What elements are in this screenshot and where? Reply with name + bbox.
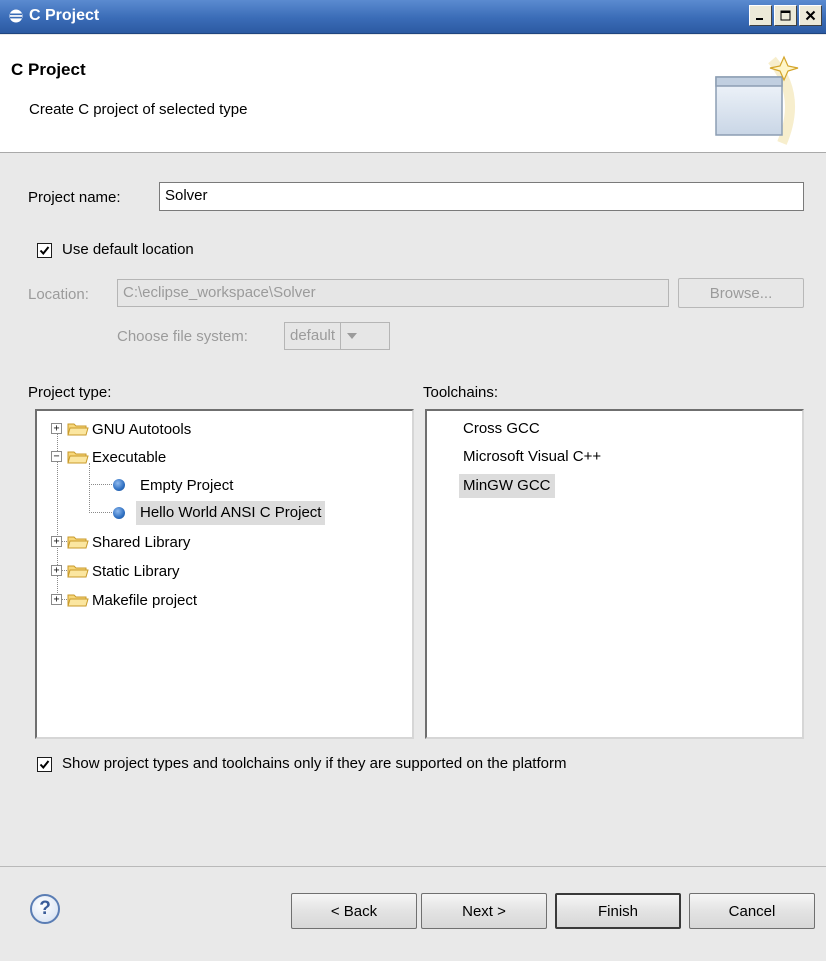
location-input[interactable]: C:\eclipse_workspace\Solver xyxy=(117,279,669,307)
header-banner: C Project Create C project of selected t… xyxy=(0,35,826,153)
file-system-select[interactable]: default xyxy=(284,322,390,350)
maximize-button[interactable] xyxy=(774,5,797,26)
tree-item-label: Makefile project xyxy=(92,591,198,609)
help-icon[interactable]: ? xyxy=(30,894,60,924)
folder-icon xyxy=(67,536,89,549)
folder-icon xyxy=(67,423,89,436)
tree-item-shared-library[interactable]: + Shared Library xyxy=(37,529,412,555)
eclipse-icon xyxy=(9,9,23,23)
tree-item-gnu-autotools[interactable]: + GNU Autotools xyxy=(37,416,412,442)
use-default-location-label: Use default location xyxy=(62,241,194,258)
expand-toggle[interactable]: + xyxy=(51,594,62,605)
checkbox-check-icon xyxy=(39,760,50,770)
show-supported-checkbox[interactable] xyxy=(37,757,52,772)
title-bar[interactable]: C Project xyxy=(0,0,826,34)
next-button[interactable]: Next > xyxy=(421,893,547,929)
checkbox-check-icon xyxy=(39,246,50,256)
footer-divider xyxy=(0,866,826,867)
project-type-label: Project type: xyxy=(28,384,112,401)
tree-item-label: Static Library xyxy=(92,562,180,580)
toolchains-label: Toolchains: xyxy=(423,384,499,401)
browse-button-label: Browse... xyxy=(709,284,773,302)
window-title: C Project xyxy=(29,7,100,24)
page-title: C Project xyxy=(11,60,86,79)
toolchains-list[interactable]: Cross GCC Microsoft Visual C++ MinGW GCC xyxy=(425,409,804,739)
tree-item-label: GNU Autotools xyxy=(92,420,192,438)
use-default-location-checkbox[interactable] xyxy=(37,243,52,258)
tree-item-hello-world-ansi-c-project[interactable]: Hello World ANSI C Project xyxy=(37,500,412,526)
close-button[interactable] xyxy=(799,5,822,26)
show-supported-label: Show project types and toolchains only i… xyxy=(62,755,567,772)
project-type-tree[interactable]: + GNU Autotools − Executable Empty Proje… xyxy=(35,409,414,739)
tree-item-label: Executable xyxy=(92,448,167,466)
minimize-icon xyxy=(756,18,763,20)
collapse-toggle[interactable]: − xyxy=(51,451,62,462)
wizard-banner-icon xyxy=(715,55,799,145)
expand-toggle[interactable]: + xyxy=(51,423,62,434)
folder-icon xyxy=(67,594,89,607)
toolchain-item-mingw-gcc[interactable]: MinGW GCC xyxy=(459,474,555,498)
location-label: Location: xyxy=(28,286,89,303)
finish-button-label: Finish xyxy=(597,902,638,920)
back-button[interactable]: < Back xyxy=(291,893,417,929)
page-description: Create C project of selected type xyxy=(29,101,248,118)
toolchain-item-cross-gcc[interactable]: Cross GCC xyxy=(463,420,540,437)
tree-item-executable[interactable]: − Executable xyxy=(37,444,412,470)
file-system-value: default xyxy=(290,327,336,344)
back-button-label: < Back xyxy=(330,902,378,920)
browse-button[interactable]: Browse... xyxy=(678,278,804,308)
tree-item-static-library[interactable]: + Static Library xyxy=(37,558,412,584)
cancel-button-label: Cancel xyxy=(728,902,776,920)
next-button-label: Next > xyxy=(462,902,506,920)
dropdown-arrow-icon xyxy=(340,323,362,349)
folder-icon xyxy=(67,565,89,578)
folder-icon xyxy=(67,451,89,464)
tree-item-makefile-project[interactable]: + Makefile project xyxy=(37,587,412,613)
tree-item-label: Shared Library xyxy=(92,533,191,551)
cancel-button[interactable]: Cancel xyxy=(689,893,815,929)
file-system-label: Choose file system: xyxy=(117,328,248,345)
project-name-label: Project name: xyxy=(28,189,121,206)
finish-button[interactable]: Finish xyxy=(555,893,681,929)
toolchain-item-microsoft-visual-cpp[interactable]: Microsoft Visual C++ xyxy=(463,448,601,465)
minimize-button[interactable] xyxy=(749,5,772,26)
project-name-input[interactable]: Solver xyxy=(159,182,804,211)
close-icon xyxy=(805,10,816,21)
project-node-icon xyxy=(113,479,125,491)
expand-toggle[interactable]: + xyxy=(51,565,62,576)
project-node-icon xyxy=(113,507,125,519)
tree-item-empty-project[interactable]: Empty Project xyxy=(37,472,412,498)
maximize-icon xyxy=(780,10,791,21)
tree-item-label: Hello World ANSI C Project xyxy=(136,501,326,525)
expand-toggle[interactable]: + xyxy=(51,536,62,547)
tree-item-label: Empty Project xyxy=(140,476,234,494)
